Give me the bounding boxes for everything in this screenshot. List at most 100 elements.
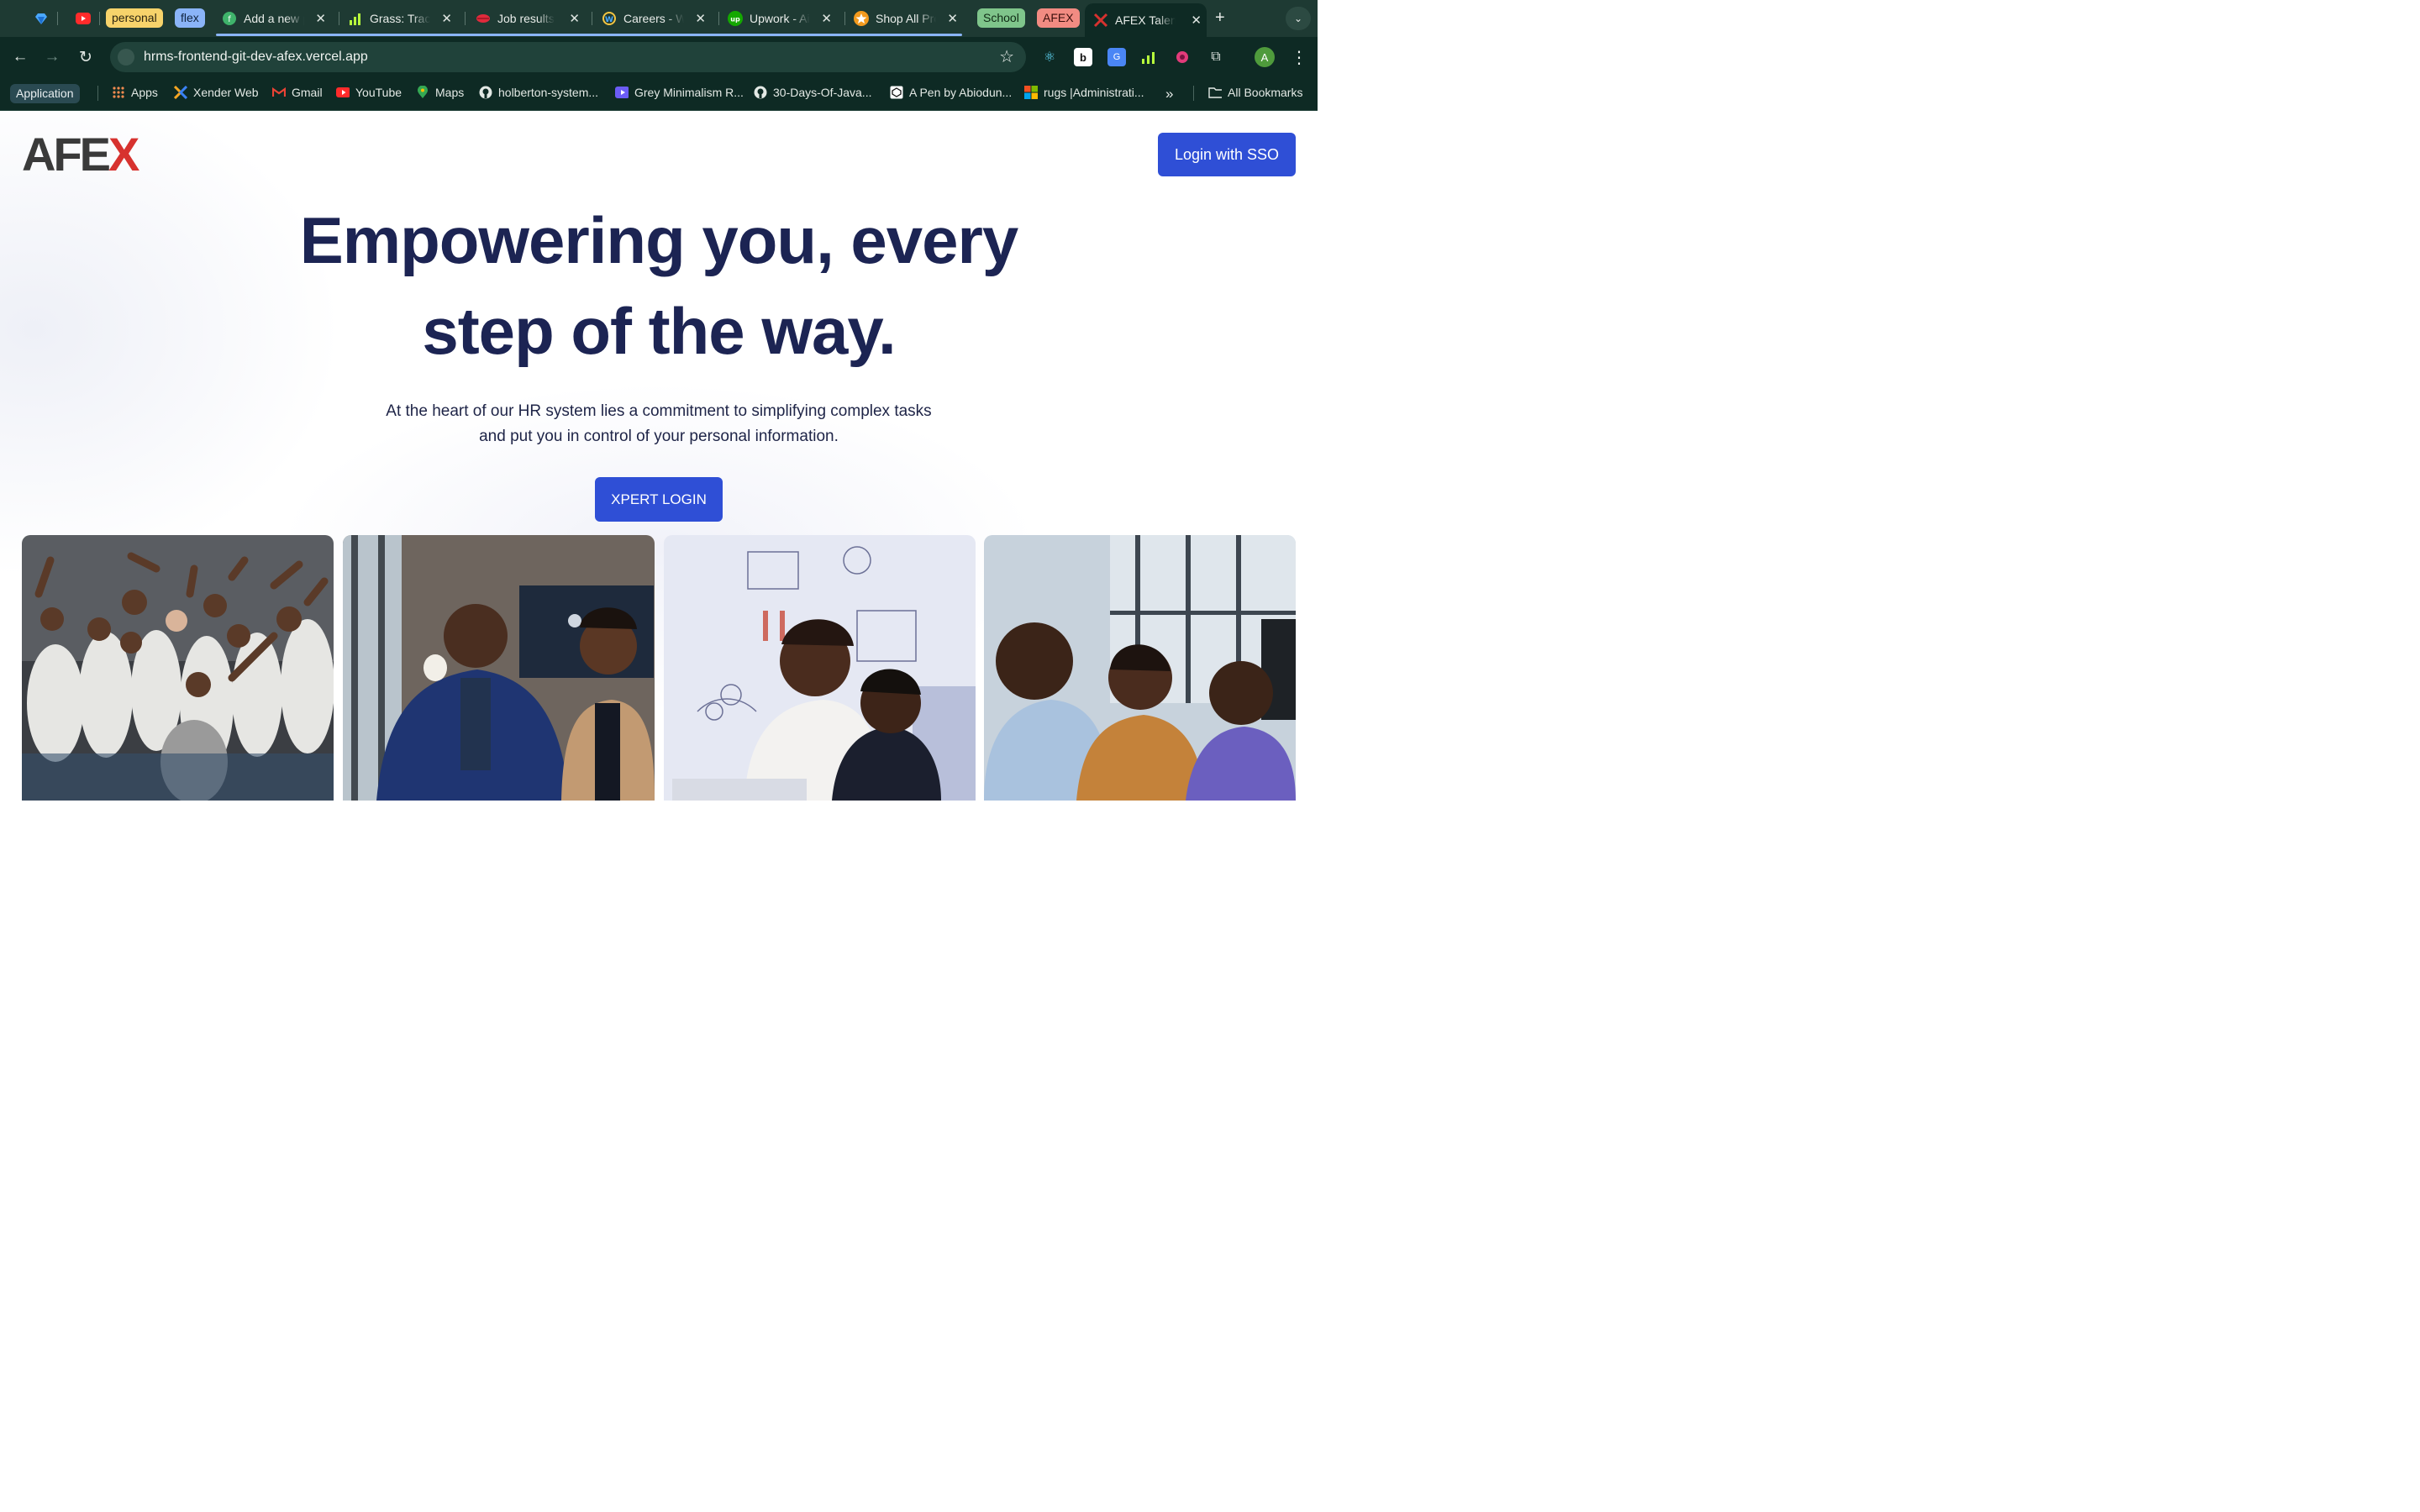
bookmark-label: Gmail xyxy=(292,86,323,99)
logo-text: AFE xyxy=(22,128,111,181)
close-icon[interactable]: ✕ xyxy=(569,11,580,26)
react-devtools-icon[interactable]: ⚛ xyxy=(1040,48,1059,66)
browser-menu-icon[interactable]: ⋮ xyxy=(1291,47,1307,68)
tab-job-results[interactable]: Job results ✕ xyxy=(467,5,585,32)
bookmark-all-bookmarks[interactable]: All Bookmarks xyxy=(1208,86,1302,99)
tab-title: Careers - W xyxy=(623,12,684,25)
grass-icon xyxy=(348,11,363,26)
tab-shop[interactable]: Shop All Pro ✕ xyxy=(845,5,963,32)
star-badge-icon xyxy=(854,11,869,26)
extensions-puzzle-icon[interactable]: ⧉ xyxy=(1207,48,1225,66)
new-tab-button[interactable]: + xyxy=(1215,8,1225,28)
bookmark-label: YouTube xyxy=(355,86,402,99)
profile-avatar[interactable]: A xyxy=(1255,47,1275,67)
reload-icon[interactable]: ↻ xyxy=(76,48,95,66)
tab-pinned-gem[interactable] xyxy=(25,5,50,32)
google-translate-icon[interactable]: G xyxy=(1107,48,1126,66)
close-icon[interactable]: ✕ xyxy=(947,11,958,26)
careers-icon: W xyxy=(602,11,617,26)
close-icon[interactable]: ✕ xyxy=(821,11,832,26)
bookmark-maps[interactable]: Maps xyxy=(416,86,464,99)
bookmarks-bar: Apps Xender Web Gmail YouTube Maps holbe… xyxy=(0,77,1318,111)
close-icon[interactable]: ✕ xyxy=(315,11,326,26)
svg-text:up: up xyxy=(730,16,740,24)
bookmark-label: All Bookmarks xyxy=(1228,86,1303,99)
extension-pink-icon[interactable] xyxy=(1173,48,1192,66)
page-content: AFEX Login with SSO Empowering you, ever… xyxy=(0,111,1318,823)
svg-text:f: f xyxy=(228,15,231,24)
headline-line-2: step of the way. xyxy=(422,294,896,368)
svg-text:W: W xyxy=(605,16,613,24)
tab-title: Job results xyxy=(497,12,555,25)
bookmark-youtube[interactable]: YouTube xyxy=(336,86,402,99)
upwork-icon: up xyxy=(728,11,743,26)
site-settings-icon[interactable] xyxy=(118,49,134,66)
tab-search-chevron-icon[interactable]: ⌄ xyxy=(1286,7,1311,30)
women-at-laptop-photo xyxy=(664,535,976,801)
hero-subtext: At the heart of our HR system lies a com… xyxy=(365,399,953,449)
overflow-glyph: » xyxy=(1165,86,1174,102)
subtext-line-1: At the heart of our HR system lies a com… xyxy=(386,402,932,420)
bookmark-codepen[interactable]: A Pen by Abiodun... xyxy=(890,86,1012,99)
tab-title: Grass: Track xyxy=(370,12,430,25)
bookmark-30-days-java[interactable]: 30-Days-Of-Java... xyxy=(754,86,871,99)
close-icon[interactable]: ✕ xyxy=(441,11,452,26)
gem-icon xyxy=(34,11,49,26)
address-bar[interactable]: hrms-frontend-git-dev-afex.vercel.app ☆ xyxy=(110,42,1026,72)
bookmark-folder-application[interactable]: Application xyxy=(10,84,80,103)
microsoft-icon xyxy=(1024,86,1038,99)
colleagues-coffee-photo xyxy=(343,535,655,801)
youtube-icon xyxy=(76,11,91,26)
bookmark-apps[interactable]: Apps xyxy=(112,86,158,99)
subtext-line-2: and put you in control of your personal … xyxy=(479,428,839,445)
github-icon xyxy=(754,86,767,99)
tab-group-school[interactable]: School xyxy=(977,8,1025,28)
bookmark-star-icon[interactable]: ☆ xyxy=(999,46,1014,67)
bookmarks-overflow-chevron-icon[interactable]: » xyxy=(1165,86,1173,102)
bookmark-rugs[interactable]: rugs |Administrati... xyxy=(1024,86,1144,99)
browser-tab-strip: personal flex f Add a new p ✕ Grass: Tra… xyxy=(0,0,1318,37)
team-at-computer-photo xyxy=(984,535,1296,801)
afex-x-icon xyxy=(1093,13,1108,28)
tab-group-afex[interactable]: AFEX xyxy=(1037,8,1080,28)
tab-title: Upwork - Ai xyxy=(750,12,810,25)
close-icon[interactable]: ✕ xyxy=(1191,13,1202,28)
lips-icon xyxy=(476,11,491,26)
xpert-login-button[interactable]: XPERT LOGIN xyxy=(595,477,723,522)
gmail-icon xyxy=(272,86,286,99)
tab-pinned-youtube[interactable] xyxy=(67,5,92,32)
bookmark-label: Grey Minimalism R... xyxy=(634,86,744,99)
url-text[interactable]: hrms-frontend-git-dev-afex.vercel.app xyxy=(144,50,368,65)
tab-grass[interactable]: Grass: Track ✕ xyxy=(339,5,457,32)
extension-b-icon[interactable]: b xyxy=(1074,48,1092,66)
hero-headline: Empowering you, every step of the way. xyxy=(239,195,1079,376)
bookmark-label: holberton-system... xyxy=(498,86,599,99)
bookmark-label: A Pen by Abiodun... xyxy=(909,86,1013,99)
folder-icon xyxy=(1208,86,1222,99)
tab-title: AFEX Talent xyxy=(1115,13,1176,27)
bookmark-grey-minimalism[interactable]: Grey Minimalism R... xyxy=(615,86,744,99)
codepen-icon xyxy=(890,86,903,99)
browser-toolbar: ← → ↻ hrms-frontend-git-dev-afex.vercel.… xyxy=(0,37,1318,77)
xender-icon xyxy=(174,86,187,99)
tab-upwork[interactable]: up Upwork - Ai ✕ xyxy=(719,5,837,32)
tab-add-new[interactable]: f Add a new p ✕ xyxy=(213,5,331,32)
close-icon[interactable]: ✕ xyxy=(695,11,706,26)
bookmark-xender[interactable]: Xender Web xyxy=(174,86,259,99)
afex-logo[interactable]: AFEX xyxy=(22,131,139,178)
youtube-icon xyxy=(336,86,350,99)
github-icon xyxy=(479,86,492,99)
back-arrow-icon[interactable]: ← xyxy=(11,48,29,66)
tab-afex-talent-active[interactable]: AFEX Talent ✕ xyxy=(1085,3,1207,37)
grass-extension-icon[interactable] xyxy=(1139,48,1158,66)
bookmark-label: rugs |Administrati... xyxy=(1044,86,1144,99)
login-with-sso-button[interactable]: Login with SSO xyxy=(1158,133,1296,176)
bookmark-gmail[interactable]: Gmail xyxy=(272,86,323,99)
tab-group-flex[interactable]: flex xyxy=(175,8,205,28)
tab-group-personal[interactable]: personal xyxy=(106,8,163,28)
headline-line-1: Empowering you, every xyxy=(299,203,1019,277)
bookmark-holberton[interactable]: holberton-system... xyxy=(479,86,598,99)
logo-accent: X xyxy=(108,128,139,181)
forward-arrow-icon[interactable]: → xyxy=(43,48,61,66)
tab-careers[interactable]: W Careers - W ✕ xyxy=(593,5,711,32)
